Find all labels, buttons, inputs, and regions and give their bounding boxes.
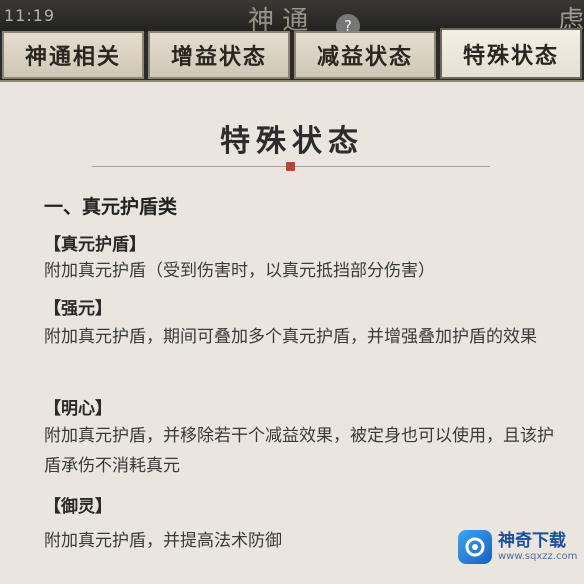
swirl-logo-icon: [458, 530, 492, 564]
watermark-url: www.sqxzz.com: [498, 550, 578, 562]
item-name: 【御灵】: [44, 497, 112, 517]
section-heading: 一、真元护盾类: [44, 196, 178, 218]
clock-text: 11:19: [4, 6, 56, 25]
item-name: 【真元护盾】: [44, 235, 146, 255]
item-desc: 附加真元护盾（受到伤害时，以真元抵挡部分伤害）: [44, 261, 435, 281]
tab-shentong[interactable]: 神通相关: [2, 31, 144, 79]
item-name: 【明心】: [44, 399, 112, 419]
item-name: 【强元】: [44, 299, 112, 319]
tab-special[interactable]: 特殊状态: [440, 28, 582, 79]
tab-buff[interactable]: 增益状态: [148, 31, 290, 79]
item-desc: 附加真元护盾，并移除若干个减益效果，被定身也可以使用，且该护盾承伤不消耗真元: [44, 426, 554, 476]
tab-debuff[interactable]: 减益状态: [294, 31, 436, 79]
watermark-name: 神奇下载: [498, 530, 566, 551]
divider-seal-icon: [286, 162, 295, 171]
content-panel: 特殊状态 一、真元护盾类 【真元护盾】 附加真元护盾（受到伤害时，以真元抵挡部分…: [0, 80, 584, 584]
watermark: 神奇下载 www.sqxzz.com: [458, 530, 577, 564]
panel-title: 特殊状态: [220, 124, 364, 159]
item-desc: 附加真元护盾，期间可叠加多个真元护盾，并增强叠加护盾的效果: [44, 327, 537, 347]
tab-bar: 神通相关 增益状态 减益状态 特殊状态: [0, 28, 584, 80]
